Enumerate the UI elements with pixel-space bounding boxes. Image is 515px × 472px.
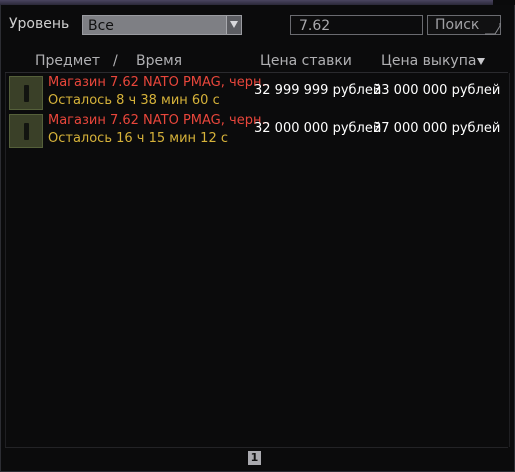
buyout-price: 37 000 000 рублей <box>373 121 501 136</box>
column-time[interactable]: Время <box>136 53 182 69</box>
button-corner-decoration <box>485 23 501 35</box>
bid-price: 32 999 999 рублей <box>254 83 382 98</box>
triangle-down-icon[interactable] <box>477 58 485 65</box>
level-dropdown[interactable]: Все <box>82 15 242 35</box>
chevron-down-icon[interactable] <box>226 16 241 34</box>
column-bid-price[interactable]: Цена ставки <box>260 53 352 69</box>
pager-divider <box>5 447 508 448</box>
window-top-border <box>0 0 515 5</box>
buyout-price: 33 000 000 рублей <box>373 83 501 98</box>
search-button-label: Поиск <box>435 17 480 33</box>
magazine-icon <box>9 76 43 110</box>
item-name: Магазин 7.62 NATO PMAG, черн.. <box>48 75 270 90</box>
table-row[interactable]: Магазин 7.62 NATO PMAG, черн.. Осталось … <box>6 111 509 149</box>
column-separator: / <box>113 53 118 69</box>
column-buyout-price[interactable]: Цена выкупа <box>381 53 476 69</box>
level-label: Уровень <box>9 16 70 32</box>
search-button[interactable]: Поиск <box>427 15 501 35</box>
time-remaining: Осталось 8 ч 38 мин 60 с <box>48 93 220 108</box>
page-button[interactable]: 1 <box>248 451 261 465</box>
item-name: Магазин 7.62 NATO PMAG, черн.. <box>48 113 270 128</box>
magazine-icon <box>9 114 43 148</box>
table-row[interactable]: Магазин 7.62 NATO PMAG, черн.. Осталось … <box>6 73 509 111</box>
column-item[interactable]: Предмет <box>35 53 100 69</box>
bid-price: 32 000 000 рублей <box>254 121 382 136</box>
time-remaining: Осталось 16 ч 15 мин 12 с <box>48 131 228 146</box>
table-header: Предмет / Время Цена ставки Цена выкупа <box>5 52 508 73</box>
lots-list: Магазин 7.62 NATO PMAG, черн.. Осталось … <box>5 73 510 447</box>
level-dropdown-value: Все <box>88 18 114 34</box>
search-input[interactable] <box>290 15 423 35</box>
